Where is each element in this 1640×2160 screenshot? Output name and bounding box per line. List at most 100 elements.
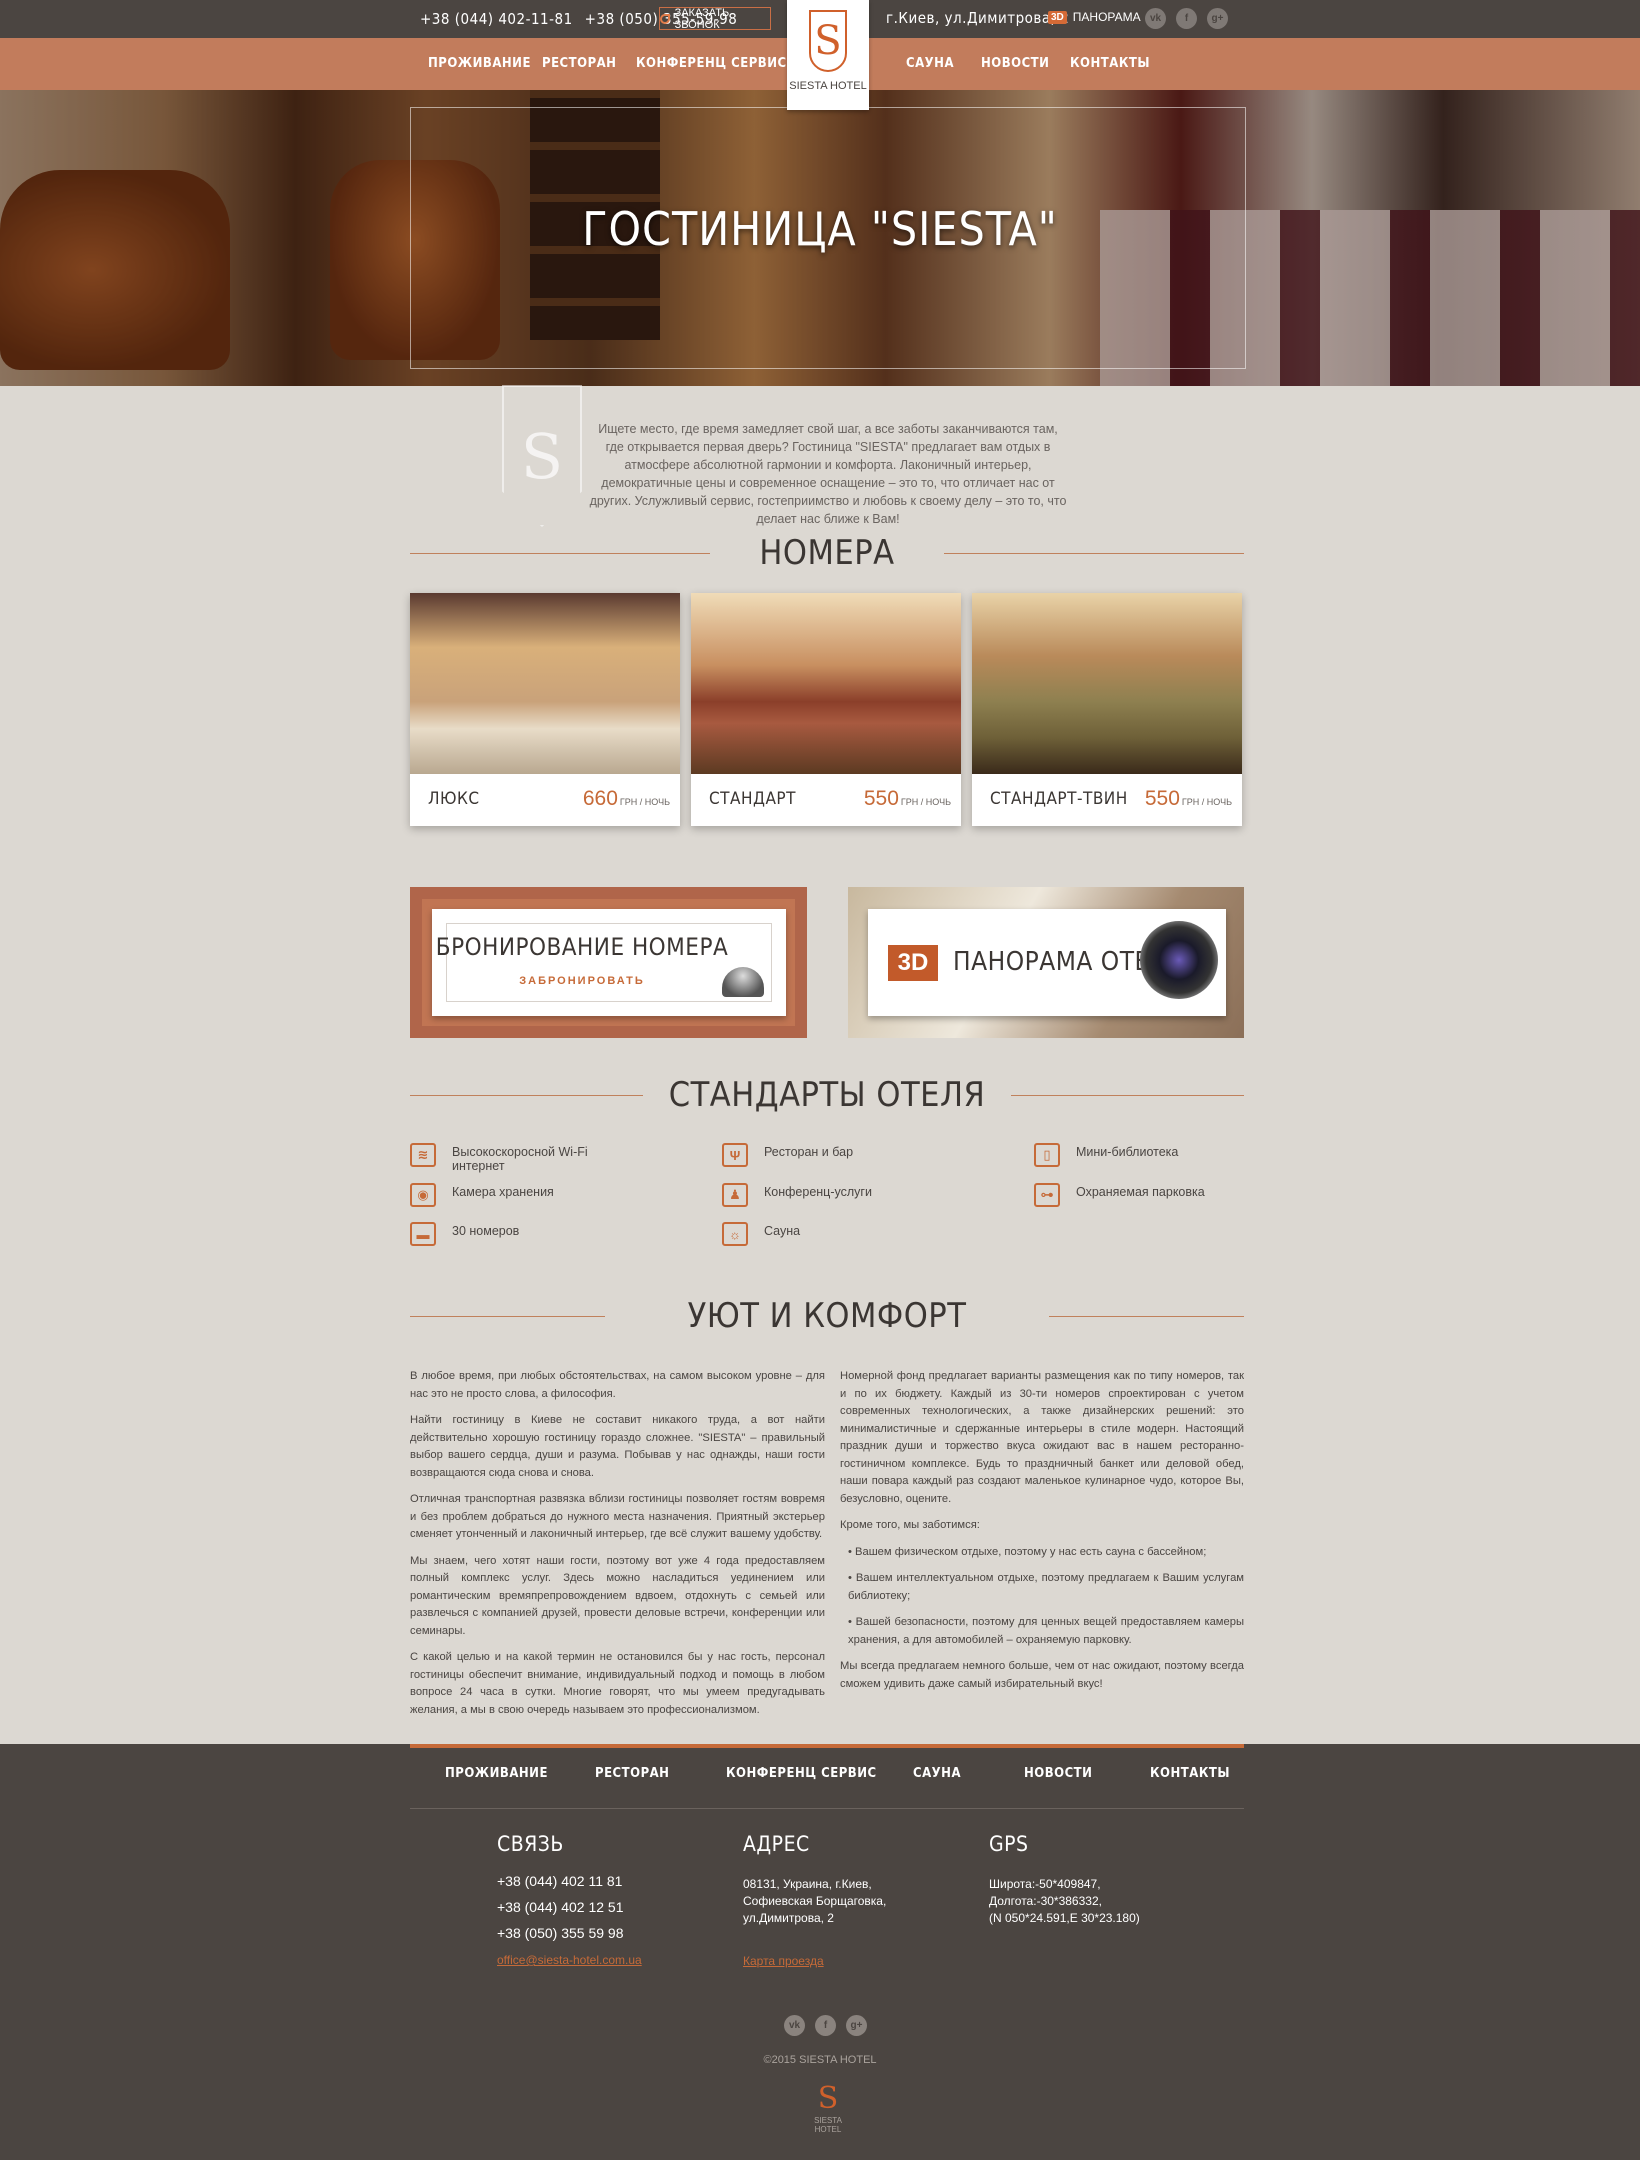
booking-button[interactable]: ЗАБРОНИРОВАТЬ [432, 975, 732, 987]
footer-logo[interactable]: S SIESTA HOTEL [808, 2081, 848, 2135]
footer-map-link[interactable]: Карта проезда [743, 1954, 824, 1968]
room-photo [972, 593, 1242, 774]
footer-phone[interactable]: +38 (044) 402 11 81 [497, 1868, 642, 1894]
standard-label: 30 номеров [452, 1224, 520, 1238]
comfort-left-column: В любое время, при любых обстоятельствах… [410, 1368, 825, 1728]
sauna-icon: ☼ [722, 1222, 748, 1246]
logo-mark: S [809, 10, 847, 72]
intro-text: Ищете место, где время замедляет свой ша… [589, 422, 1067, 526]
comfort-paragraph: С какой целью и на какой термин не остан… [410, 1651, 825, 1716]
room-card-twin[interactable]: СТАНДАРТ-ТВИН 550 ГРН / НОЧЬ [972, 593, 1242, 826]
footer-nav-conference[interactable]: КОНФЕРЕНЦ СЕРВИС [726, 1766, 877, 1781]
room-price: 660 ГРН / НОЧЬ [583, 787, 670, 811]
facebook-icon[interactable]: f [1176, 8, 1197, 29]
comfort-paragraph: Номерной фонд предлагает варианты размещ… [840, 1370, 1244, 1505]
footer-address-line: ул.Димитрова, 2 [743, 1911, 834, 1925]
room-price-unit: ГРН / НОЧЬ [900, 797, 951, 807]
footer-phone[interactable]: +38 (050) 355 59 98 [497, 1920, 642, 1946]
standard-item: ♟ Конференц-услуги [722, 1183, 944, 1207]
rooms-title: НОМЕРА [759, 533, 895, 573]
panorama-banner[interactable]: 3D ПАНОРАМА ОТЕЛЯ [848, 887, 1244, 1038]
vk-icon[interactable]: vk [1145, 8, 1166, 29]
rooms-header: НОМЕРА [410, 533, 1244, 573]
booking-banner[interactable]: БРОНИРОВАНИЕ НОМЕРА ЗАБРОНИРОВАТЬ [410, 887, 807, 1038]
booking-title: БРОНИРОВАНИЕ НОМЕРА [435, 933, 729, 961]
comfort-paragraph: Найти гостиницу в Киеве не составит ника… [410, 1414, 825, 1479]
footer-logo-mark: S [817, 2081, 839, 2116]
comfort-paragraph: В любое время, при любых обстоятельствах… [410, 1370, 825, 1400]
footer-contact-title: СВЯЗЬ [497, 1832, 564, 1856]
room-price-unit: ГРН / НОЧЬ [619, 797, 670, 807]
standard-label: Охраняемая парковка [1076, 1185, 1205, 1199]
vk-icon[interactable]: vk [784, 2015, 805, 2036]
panorama-link[interactable]: 3D ПАНОРАМА [1048, 10, 1141, 24]
standards-title: СТАНДАРТЫ ОТЕЛЯ [668, 1075, 986, 1115]
footer-gps-line: Долгота:-30*386332, [989, 1894, 1102, 1908]
callback-label: ЗАКАЗАТЬ ЗВОНОК [674, 6, 730, 31]
footer-address: 08131, Украина, г.Киев, Софиевская Борща… [743, 1876, 886, 1927]
nav-item-conference[interactable]: КОНФЕРЕНЦ СЕРВИС [636, 56, 787, 71]
top-address: г.Киев, ул.Димитрова, 2 [886, 9, 1070, 27]
room-price: 550 ГРН / НОЧЬ [864, 787, 951, 811]
nav-item-accommodation[interactable]: ПРОЖИВАНИЕ [428, 56, 531, 71]
room-photo [410, 593, 680, 774]
comfort-paragraph: Мы всегда предлагаем немного больше, чем… [840, 1660, 1244, 1690]
standard-label: Ресторан и бар [764, 1145, 854, 1159]
google-plus-icon[interactable]: g+ [846, 2015, 867, 2036]
comfort-title: УЮТ И КОМФОРТ [687, 1296, 967, 1336]
logo-text: SIESTA HOTEL [789, 80, 867, 92]
footer-gps-title: GPS [989, 1832, 1029, 1856]
facebook-icon[interactable]: f [815, 2015, 836, 2036]
footer-address-title: АДРЕС [743, 1832, 810, 1856]
comfort-right-column: Номерной фонд предлагает варианты размещ… [840, 1368, 1244, 1702]
standards-header: СТАНДАРТЫ ОТЕЛЯ [410, 1075, 1244, 1115]
nav-item-contacts[interactable]: КОНТАКТЫ [1070, 56, 1150, 71]
comfort-paragraph: Кроме того, мы заботимся: [840, 1519, 980, 1531]
standard-item: ☼ Сауна [722, 1222, 944, 1246]
google-plus-icon[interactable]: g+ [1207, 8, 1228, 29]
safe-icon: ◉ [410, 1183, 436, 1207]
room-price-value: 550 [863, 787, 899, 810]
footer-nav-contacts[interactable]: КОНТАКТЫ [1150, 1766, 1230, 1781]
room-name: СТАНДАРТ [709, 789, 796, 809]
standard-label: Мини-библиотека [1076, 1145, 1179, 1159]
room-photo [691, 593, 961, 774]
room-price-unit: ГРН / НОЧЬ [1181, 797, 1232, 807]
callback-button[interactable]: ЗАКАЗАТЬ ЗВОНОК [659, 6, 771, 31]
footer-address-line: 08131, Украина, г.Киев, [743, 1877, 872, 1891]
standard-item: ⊶ Охраняемая парковка [1034, 1183, 1256, 1207]
standard-label: Камера хранения [452, 1185, 554, 1199]
nav-item-restaurant[interactable]: РЕСТОРАН [542, 56, 616, 71]
booking-card: БРОНИРОВАНИЕ НОМЕРА ЗАБРОНИРОВАТЬ [432, 909, 786, 1016]
copyright: ©2015 SIESTA HOTEL [763, 2054, 877, 2066]
hero-banner: ГОСТИНИЦА "SIESTA" [0, 90, 1640, 386]
footer-nav-restaurant[interactable]: РЕСТОРАН [595, 1766, 669, 1781]
nav-item-sauna[interactable]: САУНА [906, 56, 954, 71]
footer-nav-news[interactable]: НОВОСТИ [1024, 1766, 1092, 1781]
footer-nav-accommodation[interactable]: ПРОЖИВАНИЕ [445, 1766, 548, 1781]
footer-address-line: Софиевская Борщаговка, [743, 1894, 887, 1908]
footer-gps-line: (N 050*24.591,E 30*23.180) [989, 1911, 1140, 1925]
camera-lens-icon [1140, 921, 1218, 999]
footer-email-link[interactable]: office@siesta-hotel.com.ua [497, 1952, 642, 1969]
standard-label: Конференц-услуги [764, 1185, 872, 1199]
site-logo[interactable]: S SIESTA HOTEL [787, 0, 869, 110]
room-price: 550 ГРН / НОЧЬ [1145, 787, 1232, 811]
comfort-bullet: • Вашем интеллектуальном отдыхе, поэтому… [848, 1572, 1244, 1602]
top-socials: vk f g+ [1145, 8, 1228, 29]
room-price-value: 550 [1144, 787, 1180, 810]
footer-gps-line: Широта:-50*409847, [989, 1877, 1101, 1891]
standard-item: ▯ Мини-библиотека [1034, 1143, 1256, 1167]
footer-nav-sauna[interactable]: САУНА [913, 1766, 961, 1781]
book-icon: ▯ [1034, 1143, 1060, 1167]
footer-phone[interactable]: +38 (044) 402 12 51 [497, 1894, 642, 1920]
comfort-bullet: • Вашей безопасности, поэтому для ценных… [848, 1616, 1244, 1646]
bed-icon: ▬ [410, 1222, 436, 1246]
car-icon: ⊶ [1034, 1183, 1060, 1207]
standard-label: Сауна [764, 1224, 801, 1238]
room-card-standard[interactable]: СТАНДАРТ 550 ГРН / НОЧЬ [691, 593, 961, 826]
room-card-lux[interactable]: ЛЮКС 660 ГРН / НОЧЬ [410, 593, 680, 826]
nav-item-news[interactable]: НОВОСТИ [981, 56, 1049, 71]
phone-1[interactable]: +38 (044) 402-11-81 [420, 10, 573, 28]
panorama-card: 3D ПАНОРАМА ОТЕЛЯ [868, 909, 1226, 1016]
